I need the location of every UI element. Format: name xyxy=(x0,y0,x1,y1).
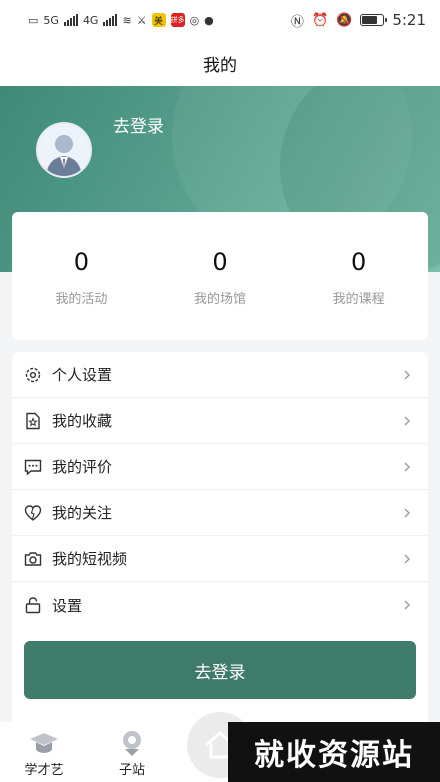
watermark-banner: 就收资源站 xyxy=(228,722,440,782)
stat-label: 我的活动 xyxy=(55,292,108,307)
status-left: ▭ 5G 4G ≋ ⚔ 美 拼多 ◎ ● xyxy=(28,13,214,27)
stat-value: 0 xyxy=(73,248,89,276)
chevron-right-icon xyxy=(404,554,410,563)
menu-item-personal-settings[interactable]: 个人设置 xyxy=(12,352,428,398)
chevron-right-icon xyxy=(404,370,410,379)
menu-item-label: 我的收藏 xyxy=(52,412,113,430)
signal-icon xyxy=(63,14,78,26)
user-silhouette-icon xyxy=(46,135,82,176)
tab-learn-arts[interactable]: 学才艺 xyxy=(0,722,88,782)
menu-item-short-videos[interactable]: 我的短视频 xyxy=(12,536,428,582)
heart-icon xyxy=(24,504,42,522)
network-label-5g: 5G xyxy=(43,13,59,27)
sim-icon: ▭ xyxy=(28,13,39,27)
login-link[interactable]: 去登录 xyxy=(113,112,164,137)
network-label-4g: 4G xyxy=(82,13,99,27)
graduation-cap-icon xyxy=(28,729,60,757)
menu-item-label: 我的短视频 xyxy=(52,550,128,568)
chevron-right-icon xyxy=(404,600,410,610)
stat-label: 我的课程 xyxy=(332,292,385,307)
menu-item-reviews[interactable]: 我的评价 xyxy=(12,444,428,490)
avatar[interactable] xyxy=(36,122,92,178)
chevron-right-icon xyxy=(404,462,410,471)
status-bar: ▭ 5G 4G ≋ ⚔ 美 拼多 ◎ ● Ⓝ ⏰ 🔕 5:21 xyxy=(0,0,440,40)
chevron-right-icon xyxy=(404,508,410,517)
lock-icon xyxy=(24,596,42,614)
app-icon: ◎ xyxy=(189,13,200,27)
wifi-icon: ≋ xyxy=(122,13,132,27)
menu-item-favorites[interactable]: 我的收藏 xyxy=(12,398,428,444)
clock: 5:21 xyxy=(392,11,426,29)
nav-bar: 我的 xyxy=(0,40,440,86)
tab-substation[interactable]: 子站 xyxy=(88,722,176,782)
status-right: Ⓝ ⏰ 🔕 5:21 xyxy=(291,11,426,30)
nfc-icon: Ⓝ xyxy=(290,14,304,30)
stat-venues[interactable]: 0 我的场馆 xyxy=(160,248,280,307)
tab-label: 学才艺 xyxy=(24,763,64,778)
star-doc-icon xyxy=(24,412,42,430)
message-icon: ● xyxy=(204,13,214,27)
hanger-icon: ⚔ xyxy=(136,13,147,27)
gear-icon xyxy=(24,366,42,384)
stat-value: 0 xyxy=(212,248,228,276)
mute-icon: 🔕 xyxy=(336,12,353,28)
meituan-badge-icon: 美 xyxy=(151,13,166,27)
login-button[interactable]: 去登录 xyxy=(24,641,416,699)
menu-item-label: 设置 xyxy=(52,596,83,615)
menu-item-label: 我的关注 xyxy=(52,504,113,522)
stat-courses[interactable]: 0 我的课程 xyxy=(299,248,419,307)
stat-activities[interactable]: 0 我的活动 xyxy=(21,248,141,307)
page-title: 我的 xyxy=(203,55,237,76)
alarm-icon: ⏰ xyxy=(311,12,329,28)
menu-item-label: 我的评价 xyxy=(52,458,113,476)
menu-item-following[interactable]: 我的关注 xyxy=(12,490,428,536)
camera-icon xyxy=(24,550,42,568)
stat-value: 0 xyxy=(351,248,367,276)
location-pin-icon xyxy=(116,729,148,757)
battery-icon xyxy=(360,14,388,26)
tab-label: 子站 xyxy=(118,763,145,778)
stats-card: 0 我的活动 0 我的场馆 0 我的课程 xyxy=(12,212,428,340)
pinduoduo-badge-icon: 拼多 xyxy=(170,13,185,27)
stat-label: 我的场馆 xyxy=(193,292,246,307)
battery-fill xyxy=(362,16,378,24)
comment-icon xyxy=(24,458,42,476)
menu-item-label: 个人设置 xyxy=(52,366,113,384)
signal-icon-2 xyxy=(103,14,118,26)
menu-item-settings[interactable]: 设置 xyxy=(12,582,428,628)
chevron-right-icon xyxy=(404,416,410,425)
